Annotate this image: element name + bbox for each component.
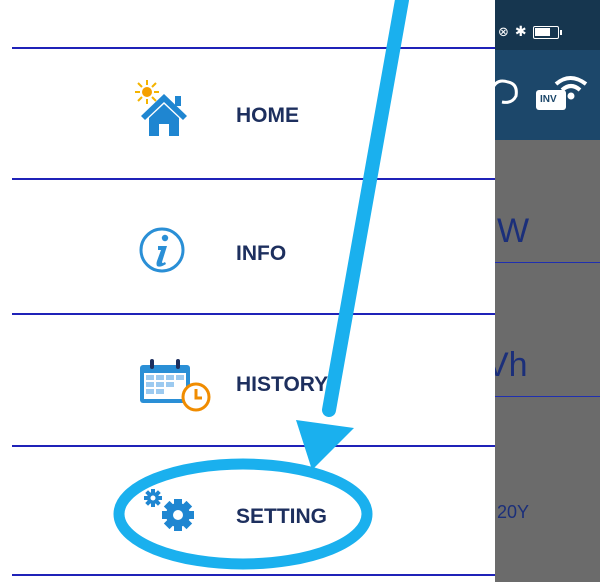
bg-divider bbox=[495, 396, 600, 397]
menu-label-home: HOME bbox=[236, 104, 299, 127]
bluetooth-icon: ✱ bbox=[514, 24, 527, 40]
menu-item-history[interactable]: HISTORY bbox=[0, 315, 495, 445]
system-icons: ⊗ ✱ bbox=[498, 24, 562, 40]
inverter-badge: INV bbox=[540, 94, 557, 105]
menu-label-history: HISTORY bbox=[236, 373, 329, 396]
menu-item-info[interactable]: INFO bbox=[0, 180, 495, 310]
navigation-drawer: 11:02 AM HOME INFO HISTORY SETTING bbox=[0, 0, 495, 582]
lock-rotation-icon: ⊗ bbox=[498, 24, 509, 40]
model-text: 20Y bbox=[497, 502, 530, 522]
menu-item-setting[interactable]: SETTING bbox=[0, 447, 495, 577]
menu-label-info: INFO bbox=[236, 242, 287, 265]
battery-icon bbox=[532, 25, 562, 39]
bg-divider bbox=[495, 262, 600, 263]
status-time: 11:02 AM bbox=[40, 20, 94, 35]
power-unit: W bbox=[497, 212, 530, 250]
home-sun-icon bbox=[135, 80, 187, 136]
drawer-status-bar: 11:02 AM bbox=[0, 0, 495, 38]
inverter-wifi-icon[interactable]: INV bbox=[534, 68, 590, 114]
menu-divider bbox=[12, 574, 495, 576]
calendar-clock-icon bbox=[140, 359, 211, 412]
info-icon bbox=[139, 227, 185, 273]
menu-label-setting: SETTING bbox=[236, 505, 328, 528]
gears-icon bbox=[144, 489, 194, 531]
menu-item-home[interactable]: HOME bbox=[0, 48, 495, 178]
